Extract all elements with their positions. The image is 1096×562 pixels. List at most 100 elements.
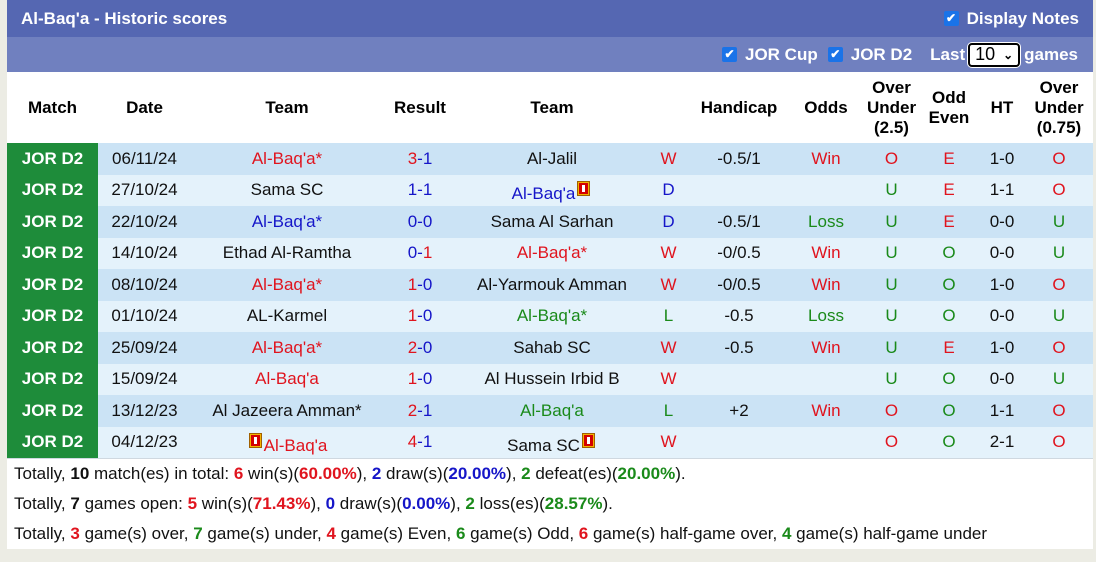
- match-score[interactable]: 1-0: [383, 300, 457, 332]
- team-name-link[interactable]: Al-Baq'a*: [517, 243, 587, 262]
- table-row: JOR D2 13/12/23 Al Jazeera Amman* 2-1 Al-Baq…: [7, 395, 1093, 427]
- odd-even-result: O: [919, 269, 979, 301]
- league-badge[interactable]: JOR D2: [7, 332, 98, 364]
- over-under-2-5-result: U: [864, 237, 919, 269]
- team-name-link[interactable]: Al-Baq'a: [520, 401, 584, 420]
- team-name-link[interactable]: Al Hussein Irbid B: [484, 369, 619, 388]
- match-score[interactable]: 4-1: [383, 426, 457, 458]
- over-under-0-75-result: U: [1025, 300, 1093, 332]
- league-badge[interactable]: JOR D2: [7, 269, 98, 301]
- league-badge[interactable]: JOR D2: [7, 237, 98, 269]
- last-games-select[interactable]: 10 ⌄: [968, 42, 1021, 67]
- league-badge[interactable]: JOR D2: [7, 143, 98, 175]
- team-name-link[interactable]: Ethad Al-Ramtha: [223, 243, 352, 262]
- team-name-link[interactable]: Al-Baq'a*: [252, 275, 322, 294]
- team-name-link[interactable]: Al-Baq'a: [264, 436, 328, 455]
- match-score[interactable]: 0-1: [383, 237, 457, 269]
- team-away: Al-Baq'a*: [457, 237, 647, 269]
- summary-text: ).: [675, 464, 686, 483]
- over-under-2-5-result: U: [864, 206, 919, 238]
- summary-text: ),: [310, 494, 326, 513]
- match-score[interactable]: 0-0: [383, 206, 457, 238]
- match-score[interactable]: 1-0: [383, 269, 457, 301]
- historic-scores-panel: Al-Baq'a - Historic scores ✔ Display Not…: [7, 0, 1093, 549]
- win-loss-result: D: [647, 206, 690, 238]
- match-score[interactable]: 2-0: [383, 332, 457, 364]
- over-under-2-5-result: O: [864, 395, 919, 427]
- checkbox-checked-icon[interactable]: ✔: [722, 47, 737, 62]
- team-home: Al-Baq'a: [191, 426, 383, 458]
- summary-text: ).: [602, 494, 613, 513]
- col-label-line: Even: [928, 107, 970, 127]
- team-name-link[interactable]: Al-Baq'a*: [517, 306, 587, 325]
- scores-table: Match Date Team Result Team Handicap Odd…: [7, 72, 1093, 458]
- league-badge[interactable]: JOR D2: [7, 206, 98, 238]
- odds-result: Loss: [788, 300, 864, 332]
- checkbox-checked-icon[interactable]: ✔: [827, 47, 843, 62]
- match-score[interactable]: 2-1: [383, 395, 457, 427]
- over-under-2-5-result: O: [864, 143, 919, 175]
- score-home: 2: [407, 400, 418, 420]
- win-loss-result: L: [647, 395, 690, 427]
- team-name-link[interactable]: Al-Baq'a*: [252, 212, 322, 231]
- win-loss-result: W: [647, 426, 690, 458]
- table-header-row: Match Date Team Result Team Handicap Odd…: [7, 72, 1093, 143]
- match-score[interactable]: 1-1: [383, 174, 457, 206]
- odd-even-result: E: [919, 143, 979, 175]
- half-time-score: 0-0: [979, 363, 1025, 395]
- display-notes-toggle[interactable]: ✔ Display Notes: [943, 9, 1079, 29]
- summary-text: game(s) Even,: [335, 524, 456, 543]
- summary-stat-value: 0.00%: [402, 494, 451, 513]
- team-name-link[interactable]: Sahab SC: [513, 338, 591, 357]
- col-label-line: Under: [866, 97, 917, 117]
- team-name-link[interactable]: Al-Jalil: [527, 149, 577, 168]
- team-name-link[interactable]: Sama SC: [251, 180, 324, 199]
- team-name-link[interactable]: Al-Baq'a: [512, 184, 576, 203]
- col-label-line: (0.75): [1036, 117, 1082, 137]
- table-row: JOR D2 15/09/24 Al-Baq'a 1-0 Al Hussein Irbi…: [7, 363, 1093, 395]
- col-odd-even: Odd Even: [919, 72, 979, 143]
- summary-stat-value: 4: [781, 524, 792, 543]
- league-badge[interactable]: JOR D2: [7, 174, 98, 206]
- match-date: 13/12/23: [98, 395, 191, 427]
- summary-stat-value: 6: [233, 464, 244, 483]
- team-name-link[interactable]: Al-Baq'a*: [252, 338, 322, 357]
- match-score[interactable]: 1-0: [383, 363, 457, 395]
- summary-stat-value: 20.00%: [448, 464, 507, 483]
- summary-stat-value: 6: [578, 524, 589, 543]
- score-home: 1: [407, 369, 418, 389]
- filter-jor-d2[interactable]: ✔ JOR D2: [827, 45, 912, 65]
- league-badge[interactable]: JOR D2: [7, 426, 98, 458]
- team-name-link[interactable]: Al-Baq'a*: [252, 149, 322, 168]
- team-name-link[interactable]: Al-Yarmouk Amman: [477, 275, 627, 294]
- win-loss-result: W: [647, 332, 690, 364]
- league-badge[interactable]: JOR D2: [7, 363, 98, 395]
- summary-text: game(s) half-game over,: [588, 524, 782, 543]
- team-away: Sama SC: [457, 426, 647, 458]
- team-home: Al-Baq'a: [191, 363, 383, 395]
- filter-jor-cup[interactable]: ✔ JOR Cup: [722, 45, 818, 65]
- team-name-link[interactable]: AL-Karmel: [247, 306, 327, 325]
- col-label-line: (2.5): [874, 117, 909, 137]
- summary-text: ),: [506, 464, 522, 483]
- table-row: JOR D2 14/10/24 Ethad Al-Ramtha 0-1 Al-Baq'a…: [7, 237, 1093, 269]
- match-score[interactable]: 3-1: [383, 143, 457, 175]
- score-home: 1: [407, 274, 418, 294]
- checkbox-checked-icon[interactable]: ✔: [943, 11, 959, 26]
- summary-stat-value: 2: [465, 494, 475, 513]
- summary-panel: Totally, 10 match(es) in total: 6 win(s)…: [7, 458, 1093, 549]
- league-badge[interactable]: JOR D2: [7, 300, 98, 332]
- team-name-link[interactable]: Sama SC: [507, 436, 580, 455]
- last-label: Last: [930, 44, 966, 64]
- summary-text: defeat(es)(: [530, 464, 618, 483]
- team-name-link[interactable]: Sama Al Sarhan: [491, 212, 614, 231]
- team-name-link[interactable]: Al Jazeera Amman*: [212, 401, 361, 420]
- over-under-0-75-result: U: [1025, 363, 1093, 395]
- match-date: 14/10/24: [98, 237, 191, 269]
- win-loss-result: W: [647, 237, 690, 269]
- team-name-link[interactable]: Al-Baq'a: [255, 369, 319, 388]
- league-badge[interactable]: JOR D2: [7, 395, 98, 427]
- col-result: Result: [383, 72, 457, 143]
- odds-result: Win: [788, 143, 864, 175]
- summary-text: loss(es)(: [474, 494, 545, 513]
